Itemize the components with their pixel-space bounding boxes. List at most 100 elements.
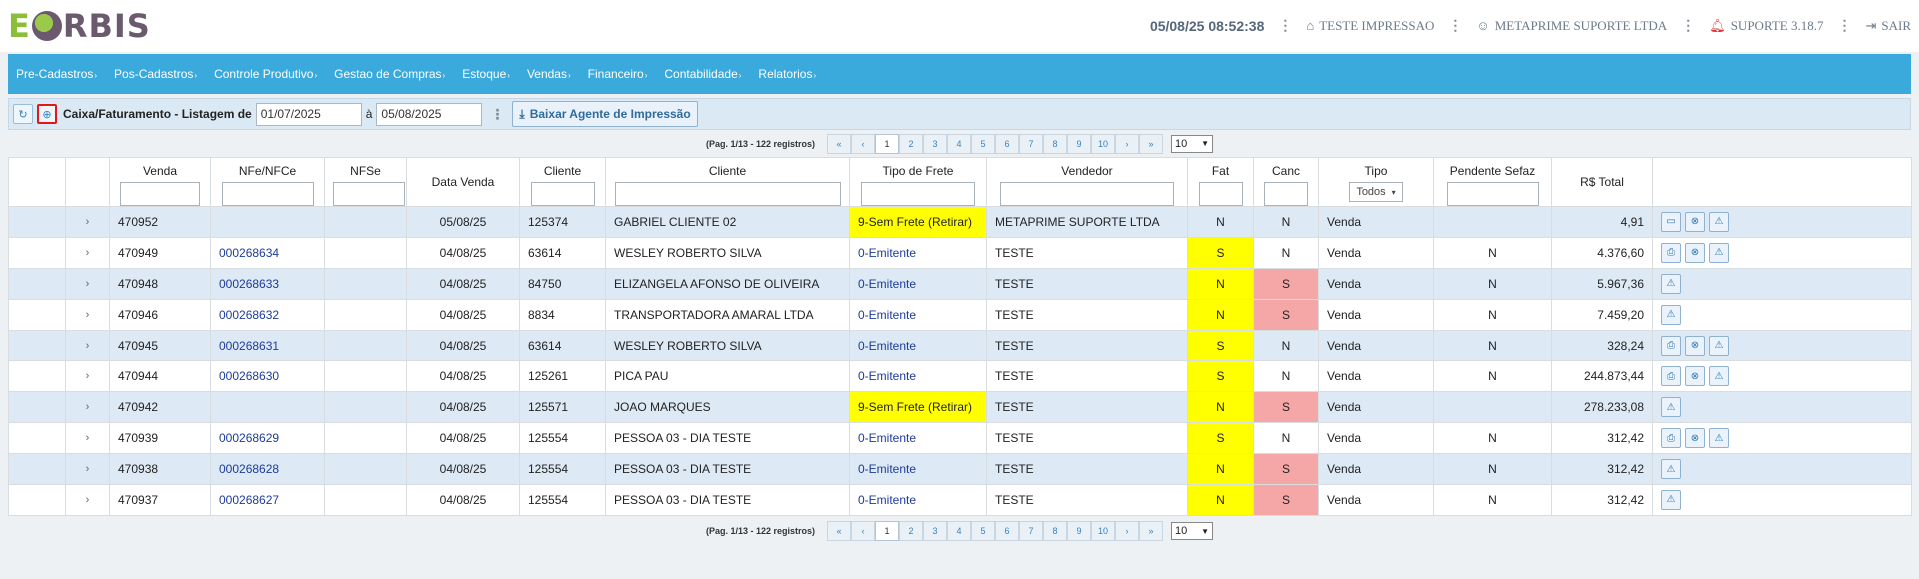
cancel-circle-button[interactable]: ⊗ (1685, 428, 1705, 449)
logout-button[interactable]: ⇥ SAIR (1865, 18, 1911, 34)
last-page-button[interactable]: » (1139, 521, 1164, 542)
warning-button[interactable]: ⚠ (1661, 489, 1681, 510)
menu-contabilidade[interactable]: Contabilidade› (664, 67, 741, 81)
printer-selector[interactable]: ⌂ TESTE IMPRESSAO (1306, 18, 1434, 34)
menu-gestao-compras[interactable]: Gestao de Compras› (334, 67, 445, 81)
warning-button[interactable]: ⚠ (1661, 459, 1681, 480)
download-print-agent-button[interactable]: ⤓ Baixar Agente de Impressão (512, 101, 698, 127)
prev-page-button[interactable]: ‹ (851, 133, 876, 154)
date-to-input[interactable] (376, 102, 483, 126)
page-button[interactable]: 1 (875, 133, 900, 154)
first-page-button[interactable]: « (827, 133, 852, 154)
filter-pendente-input[interactable] (1446, 182, 1539, 206)
more-vert-icon[interactable]: ⋮ (1837, 18, 1851, 35)
cancel-circle-button[interactable]: ⊗ (1685, 335, 1705, 356)
table-row[interactable]: › 470948 000268633 04/08/25 84750 ELIZANGELA … (8, 267, 1912, 300)
filter-nfe-input[interactable] (221, 182, 314, 206)
select-cell[interactable] (8, 391, 66, 424)
printer-button[interactable]: ⎙ (1661, 428, 1681, 449)
user-menu[interactable]: ☺ METAPRIME SUPORTE LTDA (1476, 18, 1667, 34)
select-cell[interactable] (8, 484, 66, 516)
warning-button[interactable]: ⚠ (1709, 335, 1729, 356)
filter-venda-input[interactable] (120, 182, 200, 206)
warning-button[interactable]: ⚠ (1709, 366, 1729, 387)
page-button[interactable]: 8 (1043, 133, 1068, 154)
next-page-button[interactable]: › (1115, 521, 1140, 542)
nfe-link[interactable]: 000268627 (210, 484, 325, 516)
select-cell[interactable] (8, 298, 66, 331)
cancel-circle-button[interactable]: ⊗ (1685, 366, 1705, 387)
filter-cliente-cod-input[interactable] (530, 182, 595, 206)
warning-button[interactable]: ⚠ (1709, 242, 1729, 263)
select-cell[interactable] (8, 360, 66, 393)
expand-row-button[interactable]: › (65, 206, 110, 238)
filter-frete-input[interactable] (861, 182, 975, 206)
nfe-link[interactable]: 000268628 (210, 453, 325, 486)
menu-relatorios[interactable]: Relatorios› (758, 67, 816, 81)
page-button[interactable]: 9 (1067, 521, 1092, 542)
printer-button[interactable]: ⎙ (1661, 335, 1681, 356)
last-page-button[interactable]: » (1139, 133, 1164, 154)
filter-fat-input[interactable] (1198, 182, 1243, 206)
prev-page-button[interactable]: ‹ (851, 521, 876, 542)
table-row[interactable]: › 470939 000268629 04/08/25 125554 PESSOA 03 … (8, 422, 1912, 455)
table-row[interactable]: › 470944 000268630 04/08/25 125261 PICA PAU 0-… (8, 360, 1912, 393)
filter-cliente-input[interactable] (614, 182, 841, 206)
more-vert-icon[interactable]: ⋮ (1278, 18, 1292, 35)
refresh-button[interactable]: ↻ (13, 104, 33, 124)
nfe-link[interactable] (210, 206, 325, 238)
expand-row-button[interactable]: › (65, 453, 110, 486)
version-notifications[interactable]: 🔔︎ SUPORTE 3.18.7 (1709, 18, 1823, 34)
page-size-select[interactable]: 10 ▼ (1171, 522, 1214, 541)
printer-button[interactable]: ⎙ (1661, 366, 1681, 387)
menu-controle-produtivo[interactable]: Controle Produtivo› (214, 67, 317, 81)
filter-nfse-input[interactable] (333, 182, 405, 206)
select-cell[interactable] (8, 329, 66, 362)
select-cell[interactable] (8, 267, 66, 300)
menu-pos-cadastros[interactable]: Pos-Cadastros› (114, 67, 197, 81)
warning-button[interactable]: ⚠ (1661, 304, 1681, 325)
expand-row-button[interactable]: › (65, 236, 110, 269)
select-cell[interactable] (8, 236, 66, 269)
select-cell[interactable] (8, 453, 66, 486)
package-button[interactable]: ▭ (1661, 211, 1681, 232)
warning-button[interactable]: ⚠ (1661, 397, 1681, 418)
menu-vendas[interactable]: Vendas› (527, 67, 571, 81)
tipo-filter-select[interactable]: Todos ▾ (1349, 182, 1403, 202)
page-size-select[interactable]: 10 ▼ (1171, 134, 1214, 153)
expand-row-button[interactable]: › (65, 267, 110, 300)
nfe-link[interactable]: 000268633 (210, 267, 325, 300)
warning-button[interactable]: ⚠ (1709, 428, 1729, 449)
warning-button[interactable]: ⚠ (1661, 273, 1681, 294)
expand-row-button[interactable]: › (65, 391, 110, 424)
expand-row-button[interactable]: › (65, 360, 110, 393)
table-row[interactable]: › 470942 04/08/25 125571 JOAO MARQUES 9-Sem F… (8, 391, 1912, 424)
page-button[interactable]: 2 (899, 521, 924, 542)
more-vert-icon[interactable]: ⋮ (1448, 18, 1462, 35)
expand-row-button[interactable]: › (65, 298, 110, 331)
table-row[interactable]: › 470949 000268634 04/08/25 63614 WESLEY ROBE… (8, 236, 1912, 269)
new-record-button[interactable]: ⊕ (37, 104, 57, 124)
nfe-link[interactable]: 000268630 (210, 360, 325, 393)
cancel-circle-button[interactable]: ⊗ (1685, 211, 1705, 232)
expand-row-button[interactable]: › (65, 329, 110, 362)
page-button[interactable]: 8 (1043, 521, 1068, 542)
page-button[interactable]: 1 (875, 521, 900, 542)
expand-row-button[interactable]: › (65, 484, 110, 516)
page-button[interactable]: 5 (971, 521, 996, 542)
nfe-link[interactable] (210, 391, 325, 424)
page-button[interactable]: 4 (947, 133, 972, 154)
date-from-input[interactable] (255, 102, 362, 126)
page-button[interactable]: 10 (1091, 133, 1116, 154)
eorbis-logo[interactable]: E RBIS (8, 7, 151, 45)
select-cell[interactable] (8, 206, 66, 238)
select-cell[interactable] (8, 422, 66, 455)
page-button[interactable]: 3 (923, 521, 948, 542)
table-row[interactable]: › 470945 000268631 04/08/25 63614 WESLEY ROBE… (8, 329, 1912, 362)
page-button[interactable]: 3 (923, 133, 948, 154)
next-page-button[interactable]: › (1115, 133, 1140, 154)
menu-estoque[interactable]: Estoque› (462, 67, 510, 81)
nfe-link[interactable]: 000268634 (210, 236, 325, 269)
page-button[interactable]: 6 (995, 521, 1020, 542)
table-row[interactable]: › 470946 000268632 04/08/25 8834 TRANSPORTADO… (8, 298, 1912, 331)
